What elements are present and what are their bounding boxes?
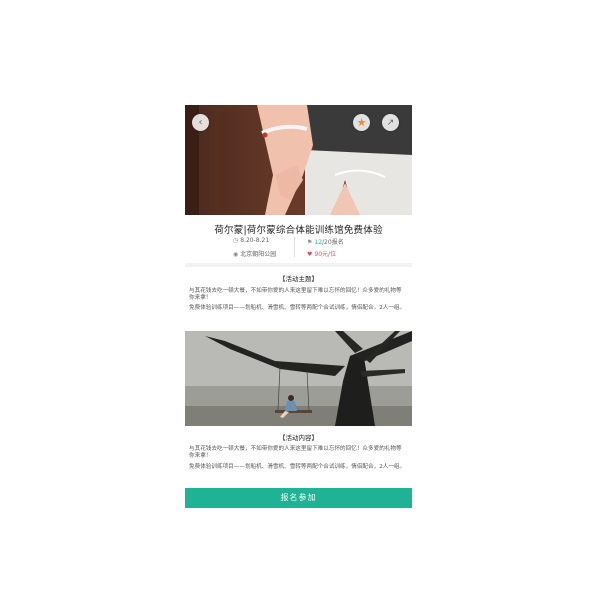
- section-text: 与其花钱去吃一顿大餐，不如带你爱的人来这里留下难以忘怀的回忆！众多爱的礼物等你来…: [189, 446, 402, 459]
- event-title: 荷尔蒙|荷尔蒙综合体能训练馆免费体验: [214, 225, 383, 236]
- event-location: ◉ 北京朝阳公园: [233, 251, 277, 258]
- section-text: 免费体验训练项目——划船机、滑雪机、雪转等两配个合试训练，情侣配合，2人一组。: [189, 464, 406, 470]
- activity-detail-screen: ‹ ★ ↗ 荷尔蒙|荷尔蒙综合体能训练馆免费体验 ◷ 8.20-8.21 ◉ 北京朝…: [185, 105, 412, 508]
- meta-divider: [294, 237, 295, 257]
- calendar-icon: ◷: [233, 237, 239, 244]
- event-price: ♥ 90元/位: [307, 251, 337, 258]
- star-icon: ★: [356, 116, 367, 129]
- section-heading-theme: 【活动主题】: [279, 275, 318, 283]
- hero-image: [185, 105, 412, 215]
- section-heading-content: 【活动内容】: [279, 434, 318, 442]
- share-button[interactable]: ↗: [382, 114, 399, 131]
- heart-icon: ♥: [307, 251, 313, 258]
- content-image: [185, 331, 412, 426]
- event-date: ◷ 8.20-8.21: [233, 237, 270, 244]
- section-divider: [185, 263, 412, 267]
- status-bar: [185, 105, 412, 111]
- back-button[interactable]: ‹: [192, 114, 209, 131]
- signup-count: ⚑ 12/20报名: [307, 239, 344, 246]
- share-icon: ↗: [386, 117, 395, 128]
- signup-button[interactable]: 报名参加: [185, 488, 412, 508]
- section-text: 与其花钱去吃一顿大餐，不如带你爱的人来这里留下难以忘怀的回忆！众多爱的礼物等你来…: [189, 288, 402, 301]
- section-text: 免费体验训练项目——划船机、滑雪机、雪转等两配个合试训练，情侣配合，2人一组。: [189, 305, 406, 311]
- people-icon: ⚑: [307, 239, 313, 246]
- location-pin-icon: ◉: [233, 251, 239, 258]
- favorite-button[interactable]: ★: [353, 114, 370, 131]
- back-arrow-icon: ‹: [198, 117, 203, 128]
